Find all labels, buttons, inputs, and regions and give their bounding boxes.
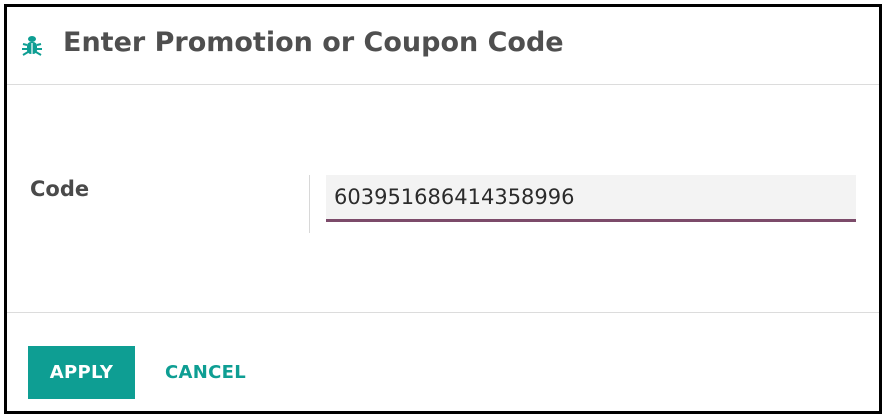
code-input[interactable] bbox=[326, 175, 856, 222]
bug-icon[interactable] bbox=[22, 35, 42, 57]
cancel-button[interactable]: CANCEL bbox=[157, 346, 254, 399]
code-label: Code bbox=[30, 177, 90, 201]
dialog-footer: APPLY CANCEL bbox=[7, 313, 879, 411]
dialog-title: Enter Promotion or Coupon Code bbox=[63, 27, 564, 58]
dialog-body: Code bbox=[7, 85, 879, 313]
coupon-dialog: Enter Promotion or Coupon Code Code APPL… bbox=[4, 4, 882, 414]
dialog-header: Enter Promotion or Coupon Code bbox=[7, 7, 879, 85]
apply-button[interactable]: APPLY bbox=[28, 346, 135, 399]
field-divider bbox=[309, 175, 310, 233]
